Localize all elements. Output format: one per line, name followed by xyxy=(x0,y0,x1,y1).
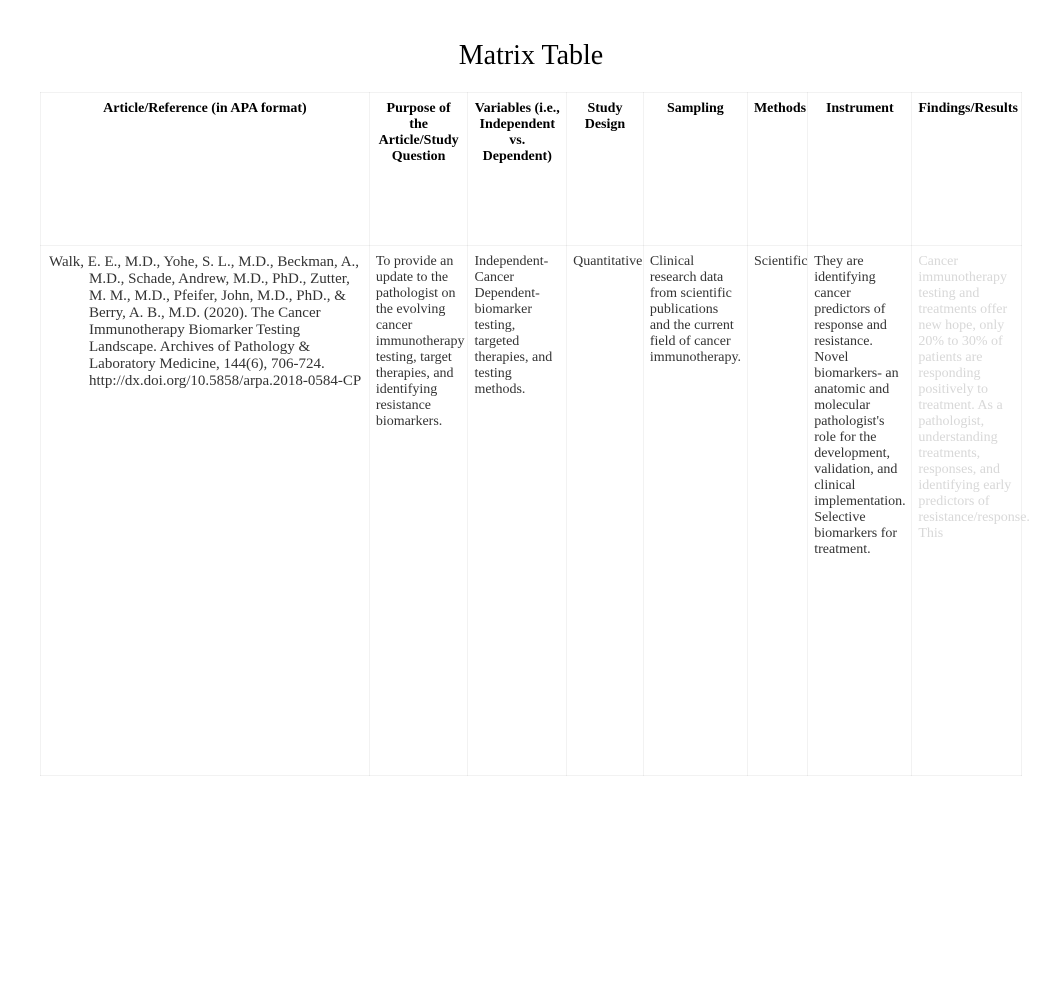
table-header-row: Article/Reference (in APA format) Purpos… xyxy=(41,93,1022,246)
header-article: Article/Reference (in APA format) xyxy=(41,93,370,246)
cell-methods: Scientific xyxy=(747,246,807,776)
cell-findings: Cancer immunotherapy testing and treatme… xyxy=(912,246,1022,776)
cell-article: Walk, E. E., M.D., Yohe, S. L., M.D., Be… xyxy=(41,246,370,776)
header-findings: Findings/Results xyxy=(912,93,1022,246)
header-instrument: Instrument xyxy=(808,93,912,246)
header-sampling: Sampling xyxy=(643,93,747,246)
header-purpose: Purpose of the Article/Study Question xyxy=(369,93,468,246)
table-row: Walk, E. E., M.D., Yohe, S. L., M.D., Be… xyxy=(41,246,1022,776)
matrix-table: Article/Reference (in APA format) Purpos… xyxy=(40,92,1022,776)
cell-design: Quantitative xyxy=(567,246,644,776)
cell-variables: Independent- Cancer Dependent- biomarker… xyxy=(468,246,567,776)
header-methods: Methods xyxy=(747,93,807,246)
cell-purpose: To provide an update to the pathologist … xyxy=(369,246,468,776)
page-title: Matrix Table xyxy=(40,40,1022,72)
cell-instrument: They are identifying cancer predictors o… xyxy=(808,246,912,776)
header-design: Study Design xyxy=(567,93,644,246)
cell-sampling: Clinical research data from scientific p… xyxy=(643,246,747,776)
matrix-table-document: Matrix Table Article/Reference (in APA f… xyxy=(40,40,1022,776)
header-variables: Variables (i.e., Independent vs. Depende… xyxy=(468,93,567,246)
